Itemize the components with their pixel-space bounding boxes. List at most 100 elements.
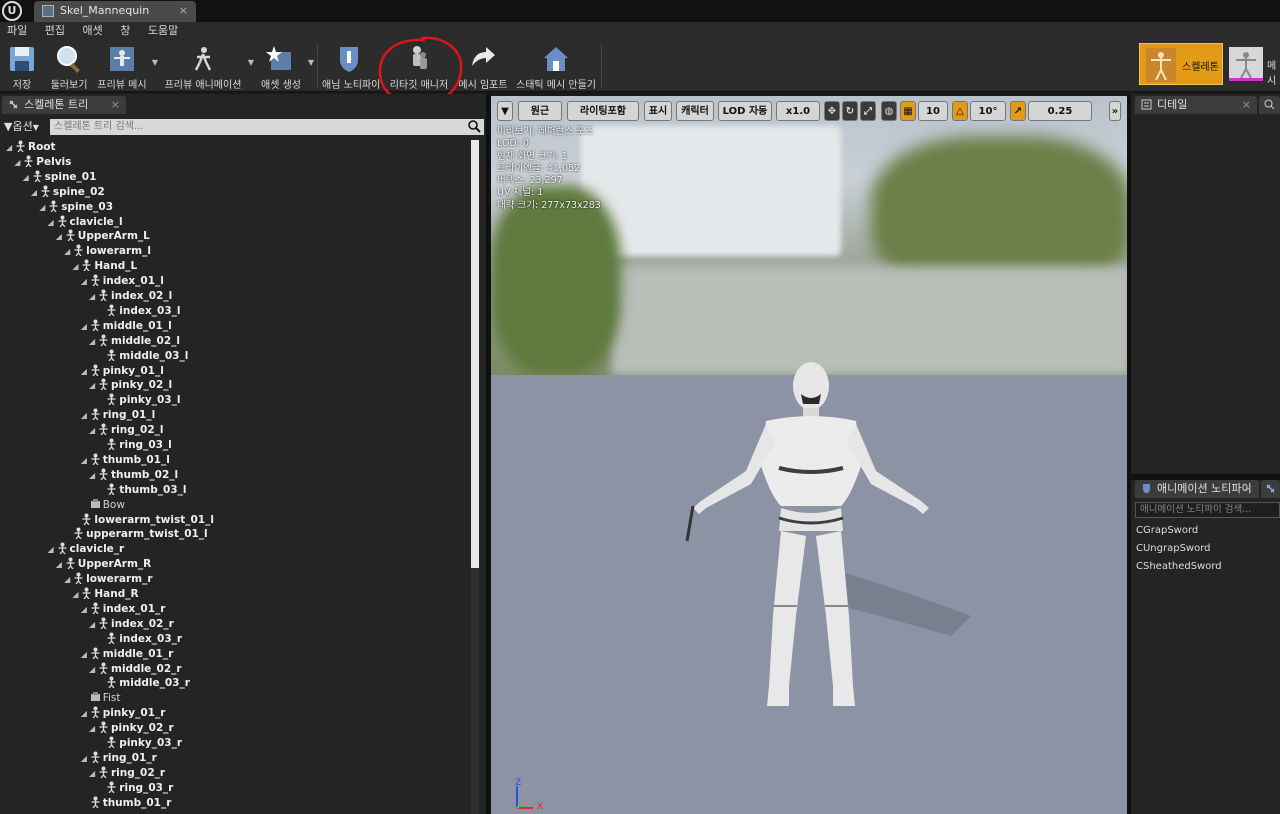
bone-panel-tab[interactable] [1261, 480, 1280, 498]
grid-snap-value[interactable]: 10 [918, 101, 948, 121]
bone-row[interactable]: ◢ UpperArm_R [56, 557, 151, 572]
bone-row[interactable]: upperarm_twist_01_l [64, 527, 208, 542]
details-tab[interactable]: 디테일 × [1135, 96, 1257, 114]
bone-row[interactable]: ◢ index_01_r [81, 602, 165, 617]
menu-window[interactable]: 창 [113, 22, 137, 39]
close-panel-icon[interactable]: × [1242, 96, 1251, 114]
chevron-down-icon[interactable]: ▼ [152, 58, 158, 67]
bone-row[interactable]: ◢ lowerarm_r [64, 572, 153, 587]
expand-arrow-icon[interactable]: ◢ [64, 572, 73, 587]
expand-arrow-icon[interactable]: ◢ [81, 408, 90, 423]
bone-row[interactable]: ring_03_r [97, 781, 173, 796]
bone-row[interactable]: ◢ ring_02_l [89, 423, 163, 438]
perspective-button[interactable]: 원근 [518, 101, 562, 121]
bone-row[interactable]: pinky_03_r [97, 736, 182, 751]
close-panel-icon[interactable]: × [111, 96, 120, 114]
preview-animation-button[interactable]: 프리뷰 애니메이션 ▼ [162, 40, 254, 92]
expand-arrow-icon[interactable]: ◢ [14, 155, 23, 170]
socket-row[interactable]: Bow [81, 498, 125, 513]
bone-row[interactable]: ◢ index_02_r [89, 617, 174, 632]
playback-speed-button[interactable]: x1.0 [776, 101, 820, 121]
expand-arrow-icon[interactable]: ◢ [48, 542, 57, 557]
bone-row[interactable]: middle_03_r [97, 676, 190, 691]
expand-arrow-icon[interactable]: ◢ [64, 244, 73, 259]
viewport-maximize-button[interactable]: » [1109, 101, 1121, 121]
grid-snap-icon[interactable]: ▦ [900, 101, 916, 121]
bone-row[interactable]: ◢ UpperArm_L [56, 229, 150, 244]
lighting-mode-button[interactable]: 라이팅포함 [567, 101, 639, 121]
translate-icon[interactable]: ✥ [824, 101, 840, 121]
bone-row[interactable]: ◢ spine_01 [23, 170, 96, 185]
bone-row[interactable]: index_03_l [97, 304, 181, 319]
menu-help[interactable]: 도움말 [141, 22, 185, 39]
expand-arrow-icon[interactable]: ◢ [81, 751, 90, 766]
expand-arrow-icon[interactable]: ◢ [89, 289, 98, 304]
angle-snap-value[interactable]: 10° [970, 101, 1006, 121]
expand-arrow-icon[interactable]: ◢ [89, 721, 98, 736]
bone-row[interactable]: ◢ pinky_01_r [81, 706, 165, 721]
scale-snap-icon[interactable]: ↗ [1010, 101, 1026, 121]
skeleton-mode-button[interactable]: 스켈레톤 [1139, 43, 1223, 85]
bone-row[interactable]: ◢ ring_01_r [81, 751, 157, 766]
expand-arrow-icon[interactable]: ◢ [81, 364, 90, 379]
skeleton-search-input[interactable]: 스켈레톤 트리 검색... [50, 119, 484, 135]
bone-row[interactable]: ring_03_l [97, 438, 172, 453]
bone-row[interactable]: ◢ middle_01_l [81, 319, 172, 334]
bone-row[interactable]: ◢ Hand_L [72, 259, 137, 274]
expand-arrow-icon[interactable]: ◢ [89, 334, 98, 349]
make-static-mesh-button[interactable]: 스태틱 메시 만들기 [516, 40, 596, 92]
skeleton-tree-tab[interactable]: 스켈레톤 트리 × [2, 96, 126, 114]
angle-snap-icon[interactable]: △ [952, 101, 968, 121]
expand-arrow-icon[interactable]: ◢ [56, 229, 65, 244]
expand-arrow-icon[interactable]: ◢ [81, 647, 90, 662]
bone-row[interactable]: ◢ lowerarm_l [64, 244, 151, 259]
tree-scrollbar[interactable] [471, 140, 479, 814]
list-item[interactable]: CSheathedSword [1136, 561, 1222, 572]
anim-notify-button[interactable]: 애님 노티파이 [322, 40, 380, 92]
bone-row[interactable]: index_03_r [97, 632, 182, 647]
bone-row[interactable]: ◢ spine_03 [39, 200, 113, 215]
expand-arrow-icon[interactable]: ◢ [89, 766, 98, 781]
bone-row[interactable]: ◢ Root [6, 140, 56, 155]
document-tab[interactable]: Skel_Mannequin × [34, 1, 196, 22]
expand-arrow-icon[interactable]: ◢ [39, 200, 48, 215]
expand-arrow-icon[interactable]: ◢ [81, 319, 90, 334]
bone-row[interactable]: ◢ clavicle_l [48, 215, 123, 230]
bone-row[interactable]: ◢ Hand_R [72, 587, 139, 602]
expand-arrow-icon[interactable]: ◢ [23, 170, 32, 185]
search-icon[interactable] [468, 120, 481, 133]
chevron-down-icon[interactable]: ▼ [308, 58, 314, 67]
expand-arrow-icon[interactable]: ◢ [89, 617, 98, 632]
expand-arrow-icon[interactable]: ◢ [89, 662, 98, 677]
mesh-mode-button[interactable]: 메시 [1227, 43, 1280, 87]
expand-arrow-icon[interactable]: ◢ [81, 274, 90, 289]
show-button[interactable]: 표시 [644, 101, 672, 121]
options-dropdown[interactable]: ▼옵션▼ [4, 118, 48, 136]
browse-button[interactable]: 둘러보기 [46, 40, 92, 92]
bone-row[interactable]: ◢ pinky_02_l [89, 378, 172, 393]
bone-row[interactable]: ◢ pinky_01_l [81, 364, 164, 379]
expand-arrow-icon[interactable]: ◢ [89, 423, 98, 438]
expand-arrow-icon[interactable]: ◢ [72, 259, 81, 274]
bone-row[interactable]: ◢ spine_02 [31, 185, 105, 200]
expand-arrow-icon[interactable]: ◢ [81, 453, 90, 468]
expand-arrow-icon[interactable]: ◢ [81, 706, 90, 721]
bone-row[interactable]: ◢ ring_02_r [89, 766, 165, 781]
menu-edit[interactable]: 편집 [38, 22, 72, 39]
rotate-icon[interactable]: ↻ [842, 101, 858, 121]
close-tab-icon[interactable]: × [179, 1, 188, 21]
tree-scrollbar-thumb[interactable] [471, 140, 479, 568]
bone-row[interactable]: ◢ index_02_l [89, 289, 172, 304]
expand-arrow-icon[interactable]: ◢ [72, 587, 81, 602]
bone-row[interactable]: ◢ thumb_01_l [81, 453, 170, 468]
bone-row[interactable]: ◢ pinky_02_r [89, 721, 174, 736]
socket-row[interactable]: Fist [81, 691, 120, 706]
bone-row[interactable]: ◢ middle_02_l [89, 334, 180, 349]
list-item[interactable]: CGrapSword [1136, 525, 1198, 536]
expand-arrow-icon[interactable]: ◢ [48, 215, 57, 230]
viewport-options-button[interactable]: ▼ [497, 101, 513, 121]
lod-button[interactable]: LOD 자동 [718, 101, 772, 121]
bone-row[interactable]: middle_03_l [97, 349, 188, 364]
bone-row[interactable]: thumb_01_r [81, 796, 171, 811]
scale-snap-value[interactable]: 0.25 [1028, 101, 1092, 121]
